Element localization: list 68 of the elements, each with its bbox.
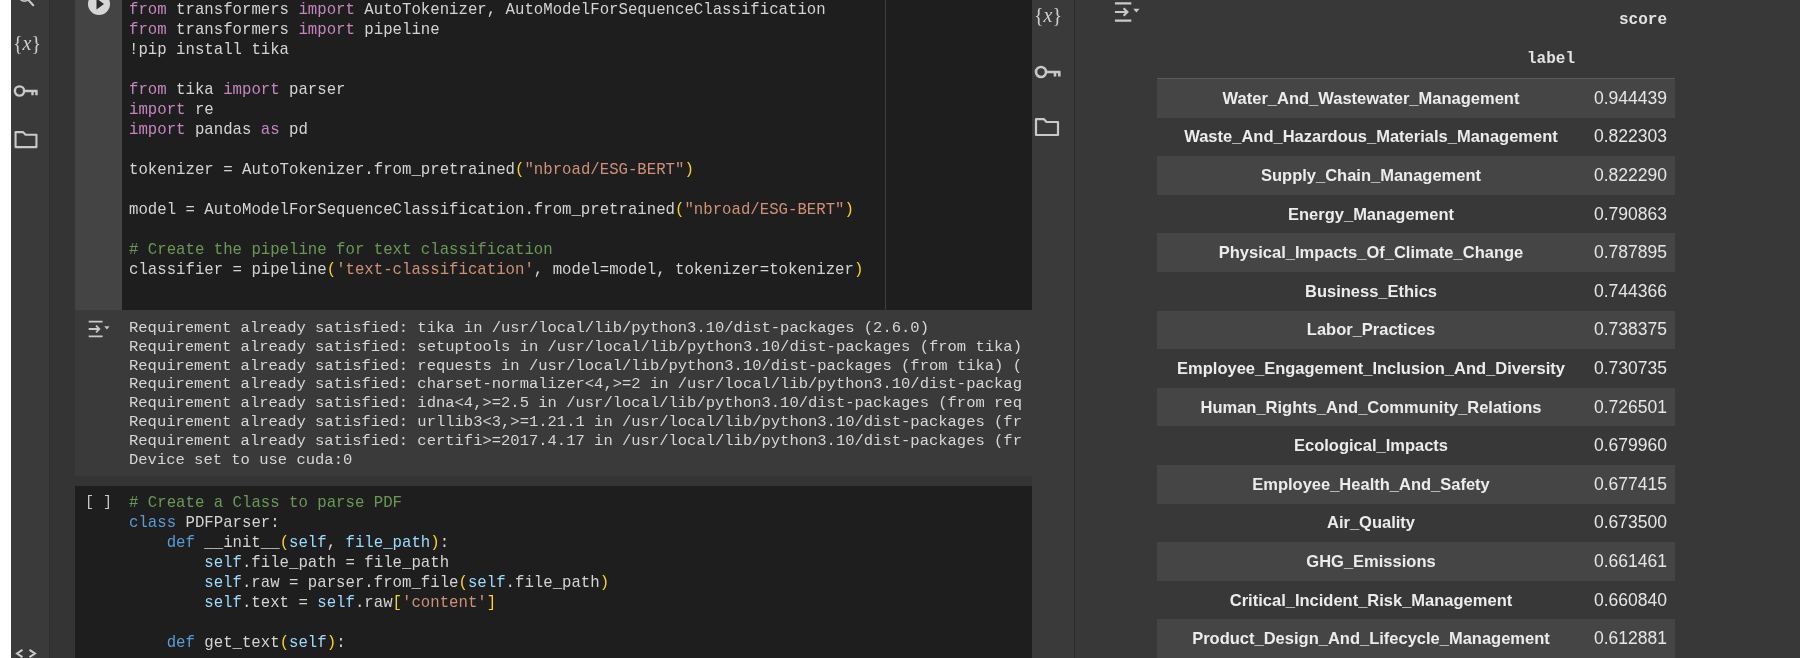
table-cell: 0.738375 — [1585, 310, 1675, 350]
table-cell: 0.677415 — [1585, 464, 1675, 504]
execution-count[interactable]: [ ] — [85, 493, 112, 514]
table-cell: 0.726501 — [1585, 387, 1675, 427]
code-line: from tika import parser — [129, 80, 346, 100]
table-cell: 0.661461 — [1585, 542, 1675, 581]
output-line: Requirement already satisfied: charset-normalizer<4,>=2 in /usr/local/lib/python3.10/dist-packag — [129, 375, 1022, 395]
code-line: classifier = pipeline('text-classification', model=model, tokenizer=tokenizer) — [129, 260, 864, 280]
column-header[interactable]: score — [1619, 10, 1667, 29]
row-header: Supply_Chain_Management — [1157, 156, 1585, 195]
code-line: tokenizer = AutoTokenizer.from_pretrained("nbroad/ESG-BERT") — [129, 160, 694, 180]
code-line: class PDFParser: — [129, 513, 280, 534]
variables-button[interactable]: {x} — [1034, 4, 1063, 26]
table-cell: 0.822290 — [1585, 156, 1675, 195]
table-cell-text: 0.673500 — [1593, 511, 1668, 535]
code-line: model = AutoModelForSequenceClassification.from_pretrained("nbroad/ESG-BERT") — [129, 200, 854, 220]
row-header: Employee_Engagement_Inclusion_And_Diversity — [1176, 357, 1566, 379]
table-cell: 0.944439 — [1585, 79, 1675, 118]
row-header: Product_Design_And_Lifecycle_Management — [1157, 619, 1585, 658]
row-header: Labor_Practices — [1157, 310, 1585, 350]
output-line: Requirement already satisfied: urllib3<3,>=1.21.1 in /usr/local/lib/python3.10/dist-packages (fr — [129, 413, 1022, 432]
row-header: Ecological_Impacts — [1292, 435, 1450, 457]
code-line: self.raw = parser.from_file(self.file_path) — [204, 573, 610, 594]
table-cell-text: 0.730735 — [1593, 356, 1668, 380]
key-icon[interactable] — [1034, 64, 1062, 80]
table-cell: 0.787895 — [1585, 233, 1675, 272]
folder-icon[interactable] — [13, 130, 39, 149]
row-header: Employee_Health_And_Safety — [1157, 464, 1585, 504]
row-header: GHG_Emissions — [1157, 542, 1585, 581]
code-line: !pip install tika — [129, 40, 290, 60]
code-line: from transformers import pipeline — [129, 20, 440, 40]
table-cell-text: 0.822303 — [1593, 125, 1668, 149]
output-line: Requirement already satisfied: idna<4,>=2.5 in /usr/local/lib/python3.10/dist-packages (from req — [129, 394, 1022, 413]
table-cell: 0.612881 — [1585, 619, 1675, 658]
row-header: Waste_And_Hazardous_Materials_Management — [1183, 126, 1559, 148]
table-cell-text: 0.744366 — [1593, 279, 1668, 303]
code-line: import pandas as pd — [129, 120, 308, 140]
table-cell-text: 0.679960 — [1593, 434, 1668, 458]
folder-icon[interactable] — [1034, 117, 1060, 137]
code-line: self.text = self.raw['content'] — [204, 593, 497, 614]
code-line: self.file_path = file_path — [204, 553, 450, 574]
arrow-lines-icon[interactable] — [1113, 1, 1140, 23]
row-header: Energy_Management — [1287, 203, 1455, 225]
row-header: Water_And_Wastewater_Management — [1157, 79, 1585, 118]
variables-button[interactable]: {x} — [13, 32, 42, 54]
code-line: from transformers import AutoTokenizer, AutoModelForSequenceClassification — [129, 0, 826, 20]
code-icon[interactable] — [15, 649, 37, 658]
code-line: def get_text(self): — [166, 633, 346, 654]
output-line: Requirement already satisfied: certifi>=2017.4.17 in /usr/local/lib/python3.10/dist-packages (fr — [129, 431, 1022, 451]
row-header: Critical_Incident_Risk_Management — [1228, 589, 1514, 611]
row-header: Physical_Impacts_Of_Climate_Change — [1157, 233, 1585, 272]
row-header: Air_Quality — [1326, 512, 1416, 534]
code-line: # Create a Class to parse PDF — [129, 493, 402, 514]
output-line: Requirement already satisfied: tika in /usr/local/lib/python3.10/dist-packages (2.6.0) — [129, 319, 929, 338]
code-line: # Create the pipeline for text classification — [129, 240, 553, 260]
output-line: Requirement already satisfied: setuptools in /usr/local/lib/python3.10/dist-packages (from tika) — [129, 337, 1022, 357]
output-line: Device set to use cuda:0 — [129, 450, 353, 470]
arrow-lines-icon[interactable] — [86, 320, 111, 338]
code-line: import re — [129, 100, 214, 120]
index-header: label — [1527, 49, 1575, 68]
table-cell-text: 0.660840 — [1593, 588, 1668, 612]
table-cell-text: 0.790863 — [1593, 202, 1668, 226]
play-icon[interactable] — [87, 0, 110, 15]
code-line: def __init__(self, file_path): — [166, 533, 450, 554]
output-line: Requirement already satisfied: requests in /usr/local/lib/python3.10/dist-packages (from tika) ( — [129, 356, 1022, 376]
key-icon[interactable] — [13, 83, 39, 99]
row-header: Business_Ethics — [1303, 280, 1439, 302]
row-header: Human_Rights_And_Community_Relations — [1157, 387, 1585, 427]
